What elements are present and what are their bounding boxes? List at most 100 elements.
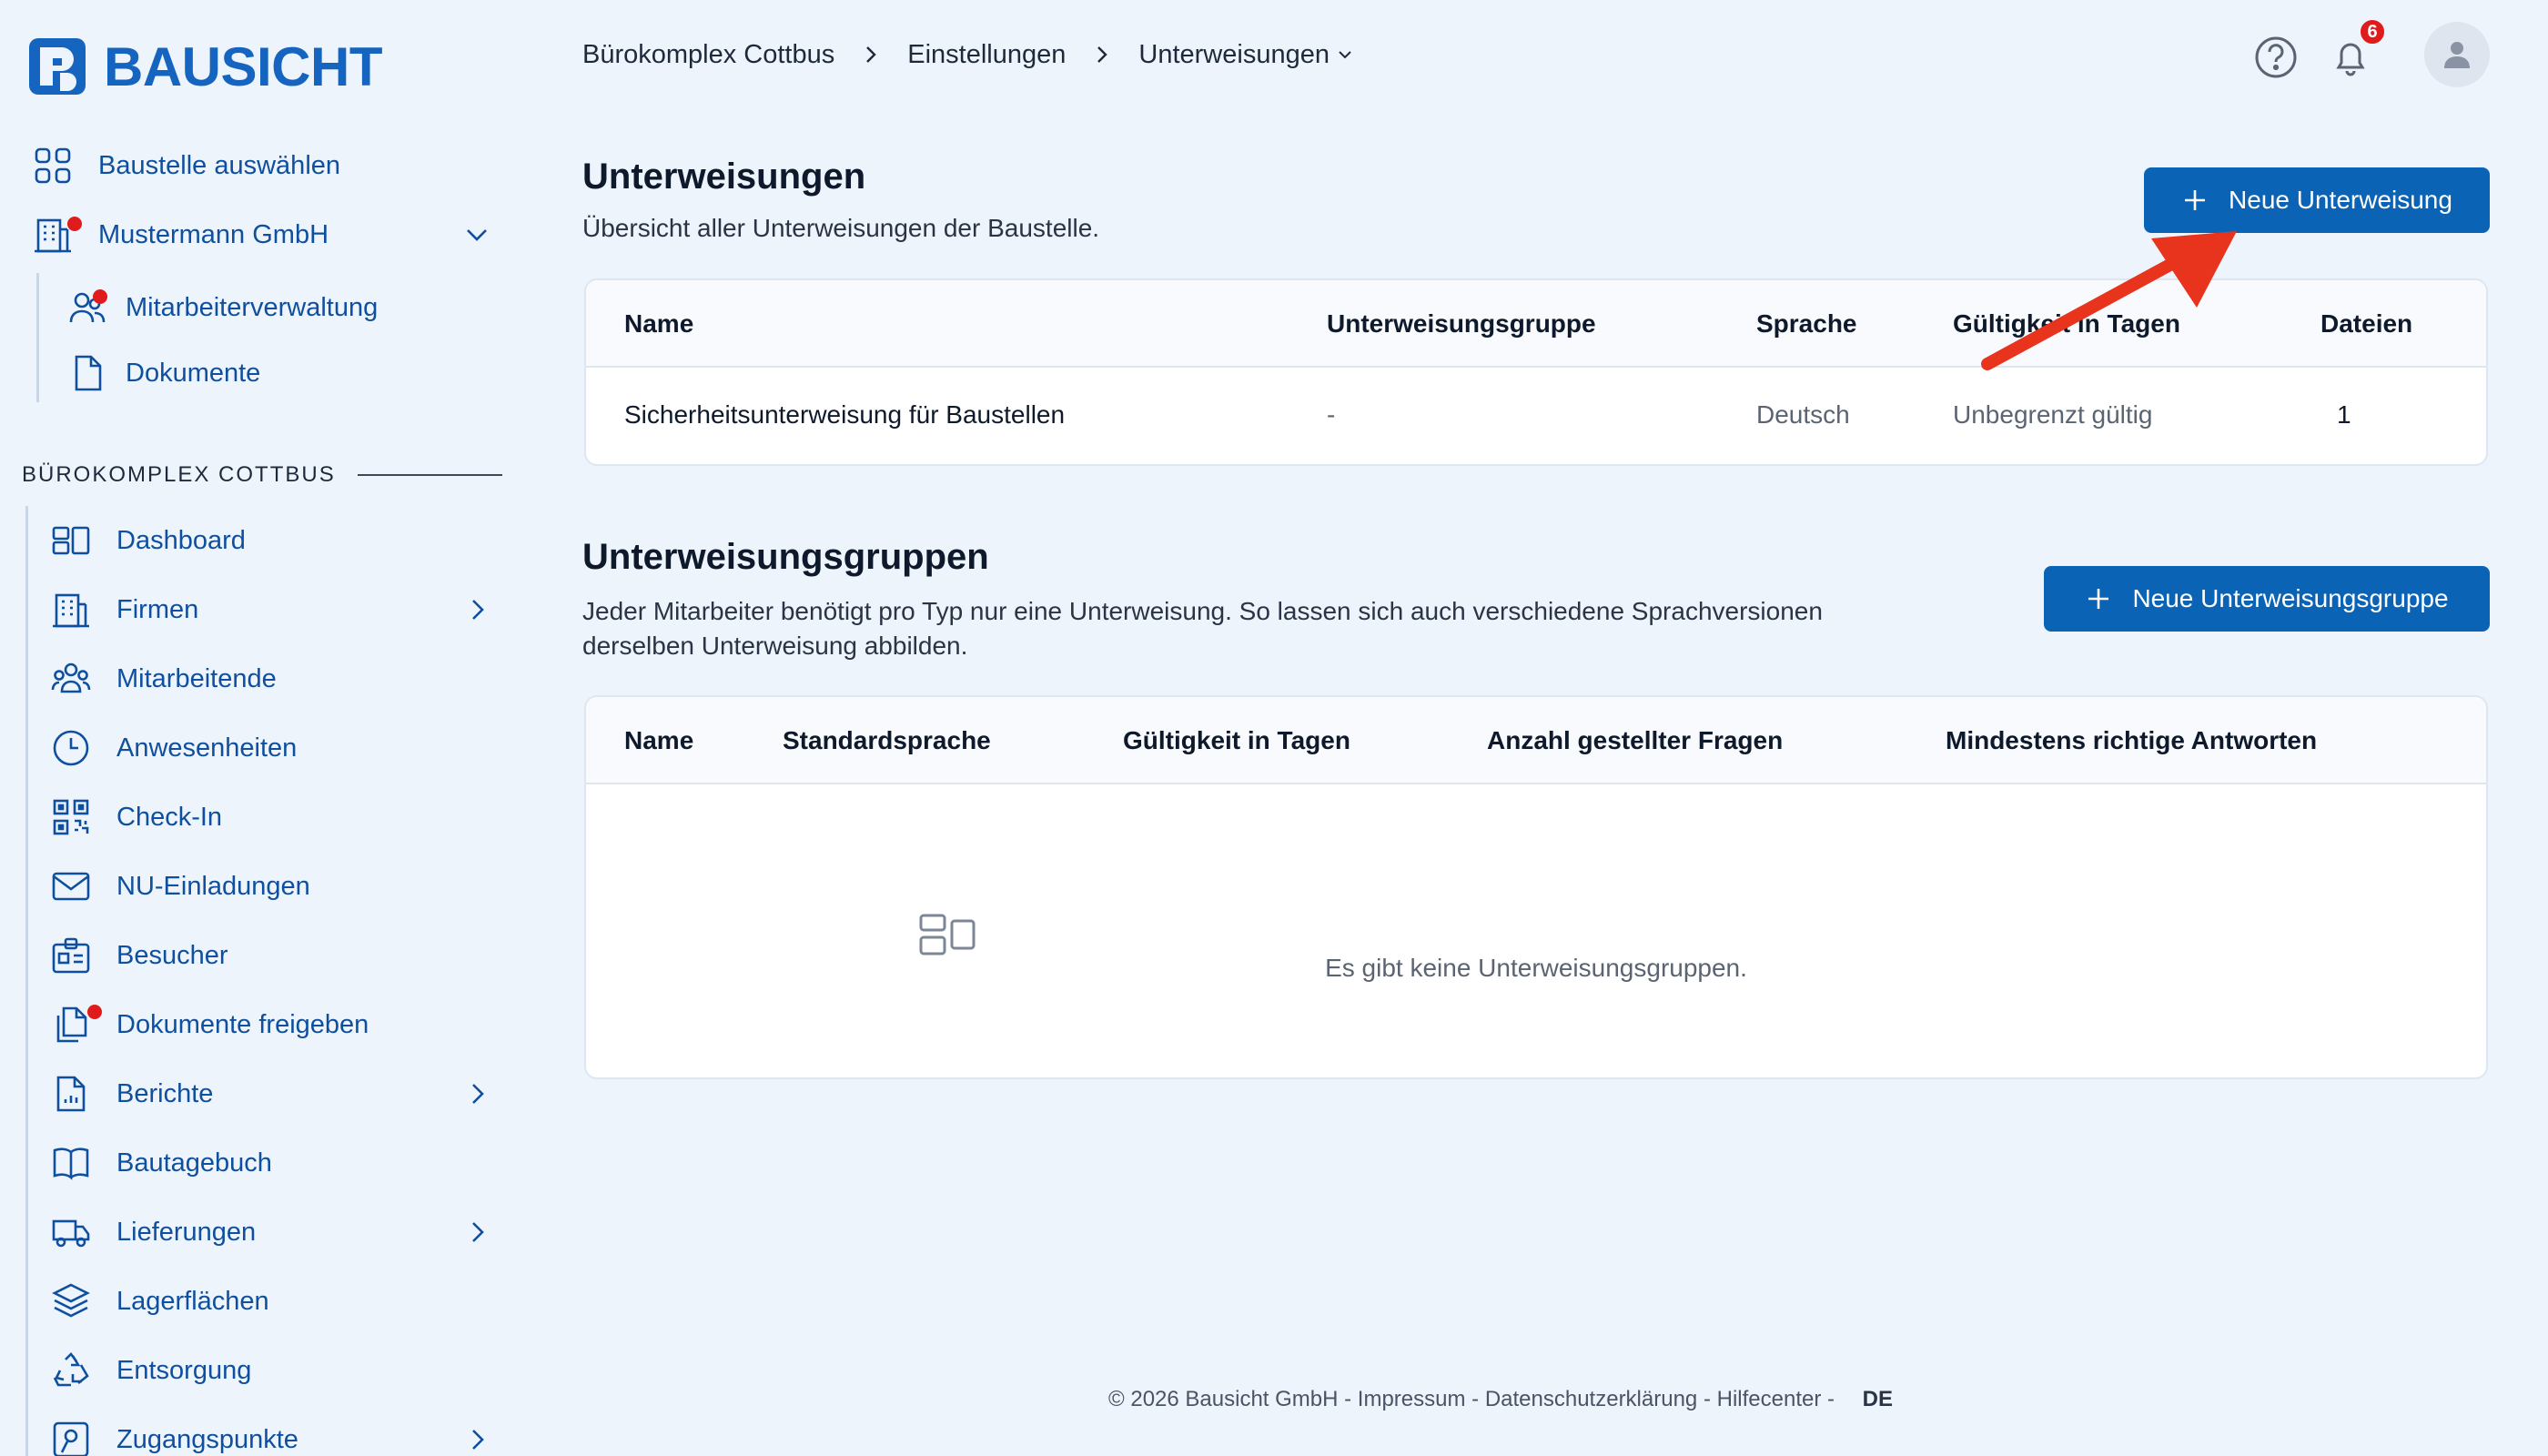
sidebar-item-label: Bautagebuch [116,1148,272,1178]
plus-icon [2088,589,2109,609]
sidebar-item-label: Entsorgung [116,1355,252,1385]
chevron-right-icon[interactable] [462,595,491,624]
groups-description-line2: derselben Unterweisung abbilden. [582,632,968,660]
empty-state-dashboard-icon [919,914,976,956]
table-header: Name Unterweisungsgruppe Sprache Gültigk… [586,280,2486,368]
sidebar-item-label: Dokumente [126,358,261,388]
column-header-question-count[interactable]: Anzahl gestellter Fragen [1487,697,1783,784]
chevron-down-icon[interactable] [1335,45,1355,65]
truck-icon [51,1212,91,1252]
brand-name: BAUSICHT [104,35,383,97]
sidebar-item-besucher[interactable]: Besucher [51,928,491,983]
button-label: Neue Unterweisungsgruppe [2132,584,2449,612]
sidebar-item-company[interactable]: Mustermann GmbH [33,207,491,262]
user-icon [2444,42,2470,68]
chevron-right-icon[interactable] [462,1425,491,1454]
help-center-link[interactable]: Hilfecenter [1717,1387,1822,1412]
instructions-description: Übersicht aller Unterweisungen der Baust… [582,214,1100,242]
column-header-validity[interactable]: Gültigkeit in Tagen [1953,280,2180,368]
sidebar-item-label: Lagerflächen [116,1286,269,1316]
sidebar-item-label: Anwesenheiten [116,733,298,763]
breadcrumb-item[interactable]: Einstellungen [907,40,1066,70]
submenu-divider [36,273,39,402]
sidebar-item-berichte[interactable]: Berichte [51,1067,491,1121]
sidebar-item-label: Dashboard [116,525,246,555]
new-instruction-button[interactable]: Neue Unterweisung [2144,167,2490,233]
column-header-min-correct[interactable]: Mindestens richtige Antworten [1946,697,2317,784]
language-selector[interactable]: DE [1863,1387,1893,1412]
column-header-group[interactable]: Unterweisungsgruppe [1327,280,1596,368]
sidebar-item-label: NU-Einladungen [116,871,310,901]
sidebar-item-lagerflaechen[interactable]: Lagerflächen [51,1274,491,1329]
sidebar-item-label: Baustelle auswählen [98,150,341,180]
copyright: © 2026 Bausicht GmbH [1108,1387,1339,1411]
sidebar-item-label: Mitarbeiterverwaltung [126,292,379,322]
new-instruction-group-button[interactable]: Neue Unterweisungsgruppe [2044,566,2490,632]
sidebar-item-dokumente-freigeben[interactable]: Dokumente freigeben [51,997,491,1052]
table-row[interactable]: Sicherheitsunterweisung für Baustellen -… [586,368,2486,464]
sidebar-item-mitarbeitende[interactable]: Mitarbeitende [51,652,491,706]
section-title: BÜROKOMPLEX COTTBUS [22,462,336,487]
document-icon [67,353,107,393]
plus-icon [2185,190,2206,210]
grid-icon [33,146,73,186]
breadcrumb-item[interactable]: Bürokomplex Cottbus [582,40,834,70]
imprint-link[interactable]: Impressum [1358,1387,1466,1412]
sidebar-item-anwesenheiten[interactable]: Anwesenheiten [51,721,491,775]
chevron-right-icon[interactable] [462,1218,491,1247]
building-icon [33,215,82,255]
footer-separator: - [1338,1387,1358,1411]
section-heading: BÜROKOMPLEX COTTBUS [22,462,502,488]
cell-group: - [1327,400,1336,429]
user-avatar[interactable] [2424,22,2490,87]
layers-icon [51,1281,91,1321]
sidebar-item-label: Firmen [116,594,199,624]
sidebar-item-label: Mustermann GmbH [98,219,329,249]
sidebar-item-label: Besucher [116,940,228,970]
book-icon [51,1143,91,1183]
column-header-name[interactable]: Name [624,280,693,368]
sidebar-item-entsorgung[interactable]: Entsorgung [51,1343,491,1398]
footer-separator: - [1697,1387,1717,1411]
notification-dot [93,289,107,304]
people-icon [51,659,91,699]
column-header-name[interactable]: Name [624,697,693,784]
section-rule [357,474,502,476]
sidebar-item-label: Dokumente freigeben [116,1009,369,1039]
sidebar-item-mitarbeiterverwaltung[interactable]: Mitarbeiterverwaltung [67,280,450,335]
cell-name: Sicherheitsunterweisung für Baustellen [624,400,1066,429]
report-icon [51,1074,91,1114]
chevron-right-icon [866,46,876,63]
qr-code-icon [51,797,91,837]
sidebar-item-bautagebuch[interactable]: Bautagebuch [51,1136,491,1190]
sidebar-item-dokumente[interactable]: Dokumente [67,346,450,400]
privacy-link[interactable]: Datenschutzerklärung [1485,1387,1697,1412]
sidebar-item-firmen[interactable]: Firmen [51,582,491,637]
breadcrumb-current[interactable]: Unterweisungen [1138,40,1330,70]
sidebar-item-zugangspunkte[interactable]: Zugangspunkte [51,1412,491,1456]
id-badge-icon [51,935,91,976]
column-header-validity[interactable]: Gültigkeit in Tagen [1123,697,1350,784]
column-header-files[interactable]: Dateien [2320,280,2412,368]
users-icon [67,288,107,328]
notification-dot [87,1005,102,1019]
help-button[interactable] [2251,33,2300,82]
cell-files: 1 [2337,400,2351,429]
sidebar-item-nu-einladungen[interactable]: NU-Einladungen [51,859,491,914]
chevron-right-icon[interactable] [462,1079,491,1108]
brand-logo[interactable]: BAUSICHT [27,35,383,98]
dashboard-icon [51,521,91,561]
chevron-down-icon[interactable] [462,220,491,249]
column-header-language[interactable]: Sprache [1756,280,1857,368]
sidebar-item-baustelle-auswaehlen[interactable]: Baustelle auswählen [33,138,491,193]
sidebar-item-label: Lieferungen [116,1217,257,1247]
section-divider [25,506,28,1456]
sidebar-item-check-in[interactable]: Check-In [51,790,491,844]
sidebar-item-dashboard[interactable]: Dashboard [51,513,491,568]
sidebar: BAUSICHT Baustelle auswählen Mustermann … [0,0,528,1456]
notification-dot [67,217,82,231]
notification-count-badge: 6 [2359,18,2386,46]
column-header-default-language[interactable]: Standardsprache [783,697,991,784]
instructions-title: Unterweisungen [582,157,866,197]
sidebar-item-lieferungen[interactable]: Lieferungen [51,1205,491,1259]
